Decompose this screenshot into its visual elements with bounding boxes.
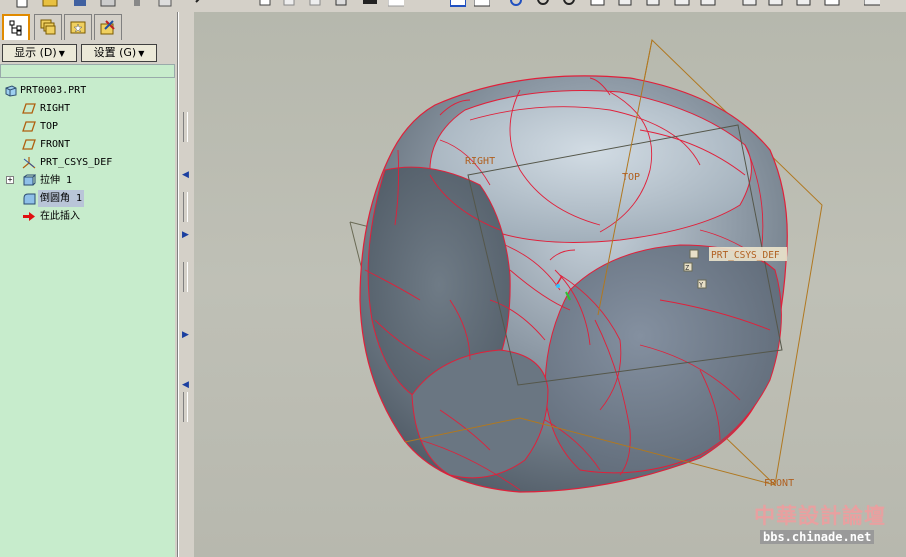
select-box-icon[interactable] (387, 0, 411, 10)
splitter-grip[interactable] (183, 262, 188, 292)
tree-item-root-part[interactable]: PRT0003.PRT (0, 82, 175, 99)
layers-icon (40, 19, 56, 35)
layers-toolbar-icon[interactable] (674, 0, 690, 10)
tree-column-header (0, 64, 175, 78)
hidden-line-icon[interactable] (768, 0, 784, 10)
saved-views-icon[interactable] (646, 0, 662, 10)
settings-dropdown[interactable]: 设置 (G) ▼ (81, 44, 157, 62)
tree-item-extrude[interactable]: + 拉伸 1 (0, 172, 175, 189)
wireframe-icon[interactable] (742, 0, 758, 10)
datum-plane-icon (22, 139, 36, 150)
model-tree-icon (9, 20, 22, 36)
collapse-arrow-icon[interactable]: ◀ (182, 170, 189, 180)
datum-label-front: FRONT (764, 478, 794, 489)
forum-watermark: 中華設計論壇 bbs.chinade.net (748, 500, 902, 552)
tree-item-top[interactable]: TOP (0, 118, 175, 135)
graphics-window[interactable]: RIGHT TOP FRONT PRT_CSYS_DEF Z Y (194, 12, 906, 557)
tree-item-label: 拉伸 1 (40, 175, 73, 186)
watermark-title: 中華設計論壇 (754, 503, 886, 528)
splitter-grip[interactable] (183, 392, 188, 422)
orient-mode-icon[interactable] (508, 0, 524, 10)
collapse-arrow-icon[interactable]: ◀ (182, 380, 189, 390)
chevron-down-icon: ▼ (58, 49, 65, 58)
expand-arrow-icon[interactable]: ▶ (182, 230, 189, 240)
regenerate-icon[interactable] (334, 0, 350, 10)
view-manager-icon[interactable] (700, 0, 716, 10)
folder-browser-icon (70, 21, 86, 34)
paste-special-icon[interactable] (308, 0, 324, 10)
refit-icon[interactable] (590, 0, 606, 10)
send-mail-icon[interactable] (130, 0, 146, 10)
tree-item-round[interactable]: 倒圆角 1 (0, 190, 175, 207)
insert-here-arrow-icon (23, 212, 35, 221)
datum-plane-icon (22, 103, 36, 114)
tree-item-label: RIGHT (40, 103, 71, 114)
viewport-canvas[interactable]: RIGHT TOP FRONT PRT_CSYS_DEF Z Y (194, 12, 906, 557)
save-icon[interactable] (72, 0, 88, 10)
tab-folder-browser[interactable] (64, 14, 92, 40)
datum-label-right: RIGHT (465, 156, 495, 167)
tree-item-right[interactable]: RIGHT (0, 100, 175, 117)
model-tree: PRT0003.PRT RIGHT TOP FRONT PRT_CSYS_DEF… (0, 78, 175, 557)
panel-splitter[interactable]: ◀ ▶ ▶ ◀ (178, 12, 195, 557)
show-dropdown-key: (D) (39, 46, 57, 59)
window-icon[interactable] (157, 0, 173, 10)
navigator-tabs (0, 12, 177, 42)
tree-item-csys[interactable]: PRT_CSYS_DEF (0, 154, 175, 171)
splitter-grip[interactable] (183, 192, 188, 222)
tab-model-tree[interactable] (2, 14, 30, 40)
find-icon[interactable] (362, 0, 378, 10)
undo-icon[interactable] (194, 0, 210, 10)
part-icon (5, 85, 17, 97)
spin-center-icon[interactable] (473, 0, 491, 10)
tree-item-label: PRT_CSYS_DEF (40, 157, 113, 168)
datum-plane-icon (22, 121, 36, 132)
copy-icon[interactable] (258, 0, 274, 10)
datum-display-icon[interactable] (863, 0, 885, 10)
settings-dropdown-key: (G) (119, 46, 137, 59)
tree-item-front[interactable]: FRONT (0, 136, 175, 153)
new-file-icon[interactable] (14, 0, 30, 10)
tree-item-insert-here[interactable]: 在此插入 (0, 208, 175, 225)
model-tree-toolbar: 显示 (D) ▼ 设置 (G) ▼ (0, 42, 177, 64)
tree-item-label: 在此插入 (40, 211, 80, 222)
tab-favorites[interactable] (94, 14, 122, 40)
settings-dropdown-label: 设置 (93, 46, 116, 59)
datum-label-top: TOP (622, 172, 640, 183)
repaint-icon[interactable] (449, 0, 467, 10)
zoom-out-icon[interactable] (562, 0, 578, 10)
tree-item-label: TOP (40, 121, 59, 132)
chevron-down-icon: ▼ (138, 49, 145, 58)
tree-item-label: PRT0003.PRT (20, 85, 87, 96)
splitter-grip[interactable] (183, 112, 188, 142)
expand-arrow-icon[interactable]: ▶ (182, 330, 189, 340)
tab-layers[interactable] (34, 14, 62, 40)
paste-icon[interactable] (282, 0, 298, 10)
coordinate-system-icon (22, 157, 36, 169)
reorient-icon[interactable] (618, 0, 634, 10)
watermark-url: bbs.chinade.net (760, 530, 875, 544)
show-dropdown-label: 显示 (14, 46, 37, 59)
open-folder-icon[interactable] (42, 0, 58, 10)
favorites-icon (100, 20, 115, 35)
csys-axis-label-z: Z (685, 264, 689, 272)
datum-label-csys: PRT_CSYS_DEF (711, 250, 780, 261)
expand-icon[interactable]: + (6, 176, 14, 184)
round-icon (23, 193, 36, 205)
zoom-in-icon[interactable] (536, 0, 552, 10)
extrude-icon (23, 174, 36, 186)
no-hidden-icon[interactable] (796, 0, 812, 10)
print-icon[interactable] (100, 0, 116, 10)
show-dropdown[interactable]: 显示 (D) ▼ (2, 44, 77, 62)
shading-icon[interactable] (824, 0, 840, 10)
tree-item-label: FRONT (40, 139, 71, 150)
navigator-panel: 显示 (D)▼ 设置 (G)▼ PRT0003.PRT RIGHT TOP (0, 12, 178, 557)
tree-item-label: 倒圆角 1 (38, 190, 85, 207)
